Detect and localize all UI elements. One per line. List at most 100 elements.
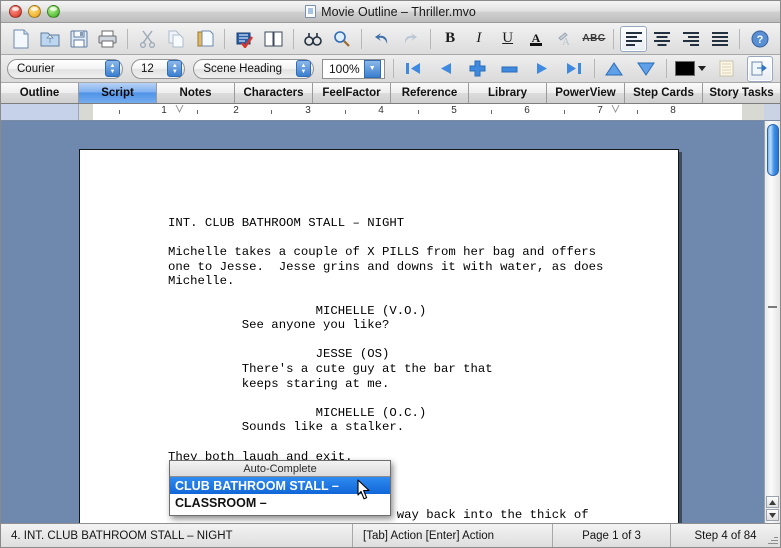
- align-justify-icon[interactable]: [707, 26, 734, 52]
- go-next-icon[interactable]: [530, 58, 554, 80]
- ruler[interactable]: 1 2 3 4 5 6 7 8: [93, 104, 742, 120]
- formatbar-separator: [393, 59, 395, 78]
- chevron-down-icon[interactable]: ▼: [363, 59, 381, 78]
- tab-label: Step Cards: [633, 87, 694, 99]
- undo-arrow-icon[interactable]: [368, 26, 395, 52]
- scroll-up-arrow-icon[interactable]: [766, 496, 779, 508]
- save-disk-icon[interactable]: [66, 26, 93, 52]
- remove-icon[interactable]: [498, 58, 522, 80]
- new-document-icon[interactable]: [8, 26, 35, 52]
- scrollbar-thumb[interactable]: [766, 124, 779, 176]
- autocomplete-title: Auto-Complete: [170, 461, 390, 477]
- script-line: INT. CLUB BATHROOM STALL – NIGHT: [168, 216, 405, 230]
- autocomplete-popup[interactable]: Auto-Complete CLUB BATHROOM STALL – CLAS…: [169, 460, 391, 516]
- indent-marker-left[interactable]: [175, 105, 185, 113]
- status-page-indicator: Page 1 of 3: [553, 524, 671, 547]
- font-family-stepper-icon[interactable]: ▲ ▼: [105, 60, 120, 77]
- minimize-button[interactable]: [28, 5, 41, 18]
- list-icon[interactable]: [714, 58, 738, 80]
- align-right-icon[interactable]: [678, 26, 705, 52]
- move-down-icon[interactable]: [634, 58, 658, 80]
- tab-characters[interactable]: Characters: [235, 83, 313, 103]
- ruler-row: 1 2 3 4 5 6 7 8: [1, 104, 780, 121]
- copy-icon[interactable]: [163, 26, 190, 52]
- color-picker-button[interactable]: [675, 61, 707, 76]
- bold-label: B: [445, 30, 456, 46]
- tab-library[interactable]: Library: [469, 83, 547, 103]
- tab-script[interactable]: Script: [79, 83, 157, 103]
- print-icon[interactable]: [94, 26, 121, 52]
- toolbar-separator: [127, 28, 129, 49]
- element-type-select[interactable]: Scene Heading ▲ ▼: [193, 58, 314, 79]
- tab-label: PowerView: [555, 87, 616, 99]
- zoom-level-value: 100%: [328, 61, 360, 76]
- ruler-mark: 2: [233, 105, 239, 116]
- ruler-right-pad: [742, 104, 764, 120]
- zoom-level-combo[interactable]: 100% ▼: [321, 58, 386, 79]
- formatbar-separator: [666, 59, 668, 78]
- close-button[interactable]: [9, 5, 22, 18]
- tab-label: Reference: [401, 87, 458, 99]
- help-icon[interactable]: ?: [746, 26, 773, 52]
- toolbar-separator: [739, 28, 741, 49]
- maximize-button[interactable]: [47, 5, 60, 18]
- font-size-select[interactable]: 12 ▲ ▼: [131, 58, 186, 79]
- script-line: Michelle.: [168, 274, 235, 289]
- spellcheck-icon[interactable]: [231, 26, 258, 52]
- element-type-stepper-icon[interactable]: ▲ ▼: [295, 60, 311, 77]
- tab-feelfactor[interactable]: FeelFactor: [313, 83, 391, 103]
- export-icon[interactable]: [747, 55, 773, 82]
- strikethrough-label: ABC: [582, 33, 606, 44]
- cut-scissors-icon[interactable]: [134, 26, 161, 52]
- underline-icon[interactable]: U: [494, 26, 521, 52]
- go-first-icon[interactable]: [402, 58, 426, 80]
- tab-story-tasks[interactable]: Story Tasks: [703, 83, 780, 103]
- zoom-magnifier-icon[interactable]: [329, 26, 356, 52]
- script-line: MICHELLE (O.C.): [168, 405, 427, 420]
- go-previous-icon[interactable]: [434, 58, 458, 80]
- vertical-scrollbar[interactable]: [764, 121, 780, 523]
- ruler-mark: 3: [305, 105, 311, 116]
- move-up-icon[interactable]: [602, 58, 626, 80]
- tab-powerview[interactable]: PowerView: [547, 83, 625, 103]
- tab-outline[interactable]: Outline: [1, 83, 79, 103]
- highlight-color-icon[interactable]: A: [552, 26, 579, 52]
- status-scene-label: 4. INT. CLUB BATHROOM STALL – NIGHT: [11, 529, 233, 542]
- font-size-value: 12: [141, 62, 154, 75]
- scroll-down-arrow-icon[interactable]: [766, 509, 779, 521]
- tab-step-cards[interactable]: Step Cards: [625, 83, 703, 103]
- italic-icon[interactable]: I: [465, 26, 492, 52]
- redo-arrow-icon[interactable]: [397, 26, 424, 52]
- resize-grip[interactable]: [766, 533, 778, 545]
- indent-marker-right[interactable]: [611, 105, 621, 113]
- ruler-mark: 6: [524, 105, 530, 116]
- autocomplete-item-classroom[interactable]: CLASSROOM –: [170, 494, 390, 511]
- font-family-select[interactable]: Courier ▲ ▼: [7, 58, 123, 79]
- autocomplete-item-club-bathroom-stall[interactable]: CLUB BATHROOM STALL –: [170, 477, 390, 494]
- text-color-icon[interactable]: A: [523, 26, 550, 52]
- dictionary-book-icon[interactable]: [260, 26, 287, 52]
- status-keys-label: [Tab] Action [Enter] Action: [363, 529, 495, 542]
- script-line-hidden: GEEKY GUY accidentally spills: [168, 522, 596, 523]
- tab-notes[interactable]: Notes: [157, 83, 235, 103]
- tab-reference[interactable]: Reference: [391, 83, 469, 103]
- strikethrough-icon[interactable]: ABC: [581, 26, 608, 52]
- paste-icon[interactable]: [192, 26, 219, 52]
- formatbar-separator: [593, 59, 595, 78]
- align-left-icon[interactable]: [620, 25, 648, 52]
- add-icon[interactable]: [466, 58, 490, 80]
- find-binoculars-icon[interactable]: [300, 26, 327, 52]
- align-center-icon[interactable]: [649, 26, 676, 52]
- font-size-stepper-icon[interactable]: ▲ ▼: [167, 60, 183, 77]
- color-swatch: [675, 61, 696, 76]
- open-folder-icon[interactable]: [37, 26, 64, 52]
- tab-label: Characters: [243, 87, 304, 99]
- tab-label: Outline: [19, 87, 60, 99]
- toolbar-separator: [429, 28, 431, 49]
- scrollbar-arrows[interactable]: [766, 496, 779, 521]
- bold-icon[interactable]: B: [437, 26, 464, 52]
- svg-text:?: ?: [756, 34, 763, 46]
- toolbar-separator: [613, 28, 615, 49]
- ruler-left-pad: [1, 104, 79, 120]
- go-last-icon[interactable]: [562, 58, 586, 80]
